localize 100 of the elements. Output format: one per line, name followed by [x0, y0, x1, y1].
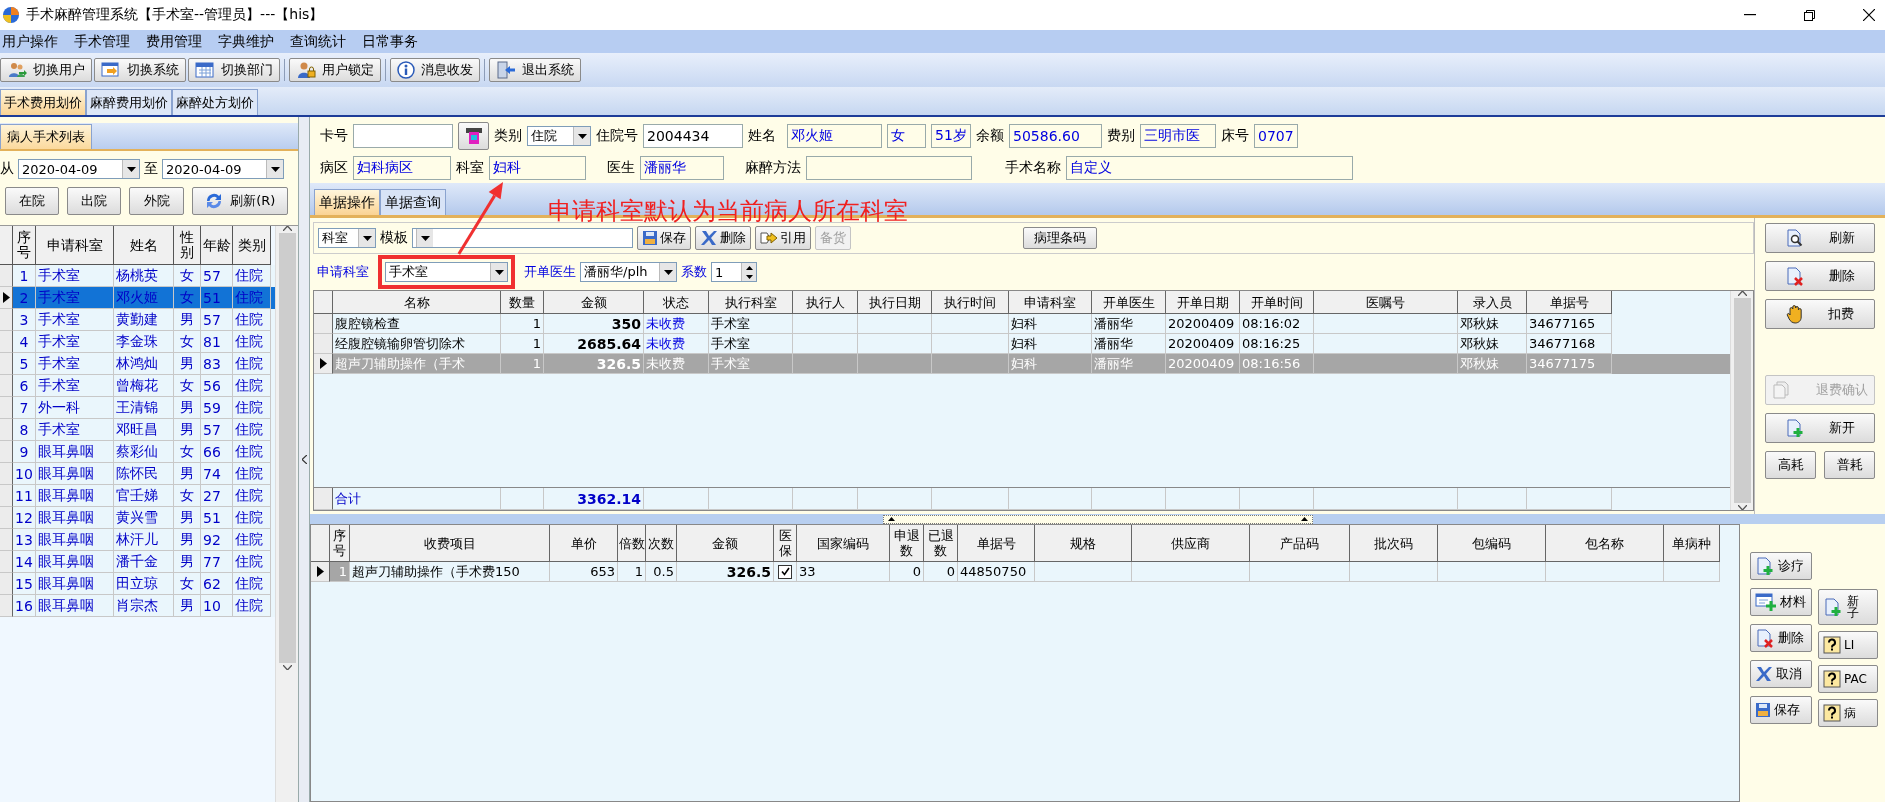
action-button[interactable]: 保存	[1750, 696, 1812, 724]
column-header: 供应商	[1132, 525, 1250, 562]
table-row[interactable]: 4 手术室 李金珠 女 81 住院	[0, 331, 275, 353]
toolbar-button[interactable]: 切换系统	[94, 58, 186, 82]
table-cell: 16	[13, 595, 36, 617]
date-dropdown[interactable]: 2020-04-09	[162, 159, 284, 179]
column-header: 开单日期	[1166, 291, 1240, 314]
pathology-barcode-button[interactable]: 病理条码	[1023, 227, 1097, 249]
table-cell: 0.5	[646, 562, 677, 582]
table-row[interactable]: 16 眼耳鼻咽 肖宗杰 男 10 住院	[0, 595, 275, 617]
filter-button[interactable]: 在院	[5, 187, 60, 215]
toolbar-button[interactable]: 用户锁定	[289, 58, 381, 82]
collapse-handle[interactable]	[882, 514, 1313, 524]
date-dropdown[interactable]: 2020-04-09	[18, 159, 140, 179]
table-row[interactable]: 15 眼耳鼻咽 田立琼 女 62 住院	[0, 573, 275, 595]
toolbar-button[interactable]: 删除	[695, 226, 751, 250]
table-cell: 手术室	[709, 354, 793, 374]
input-field[interactable]	[353, 124, 453, 148]
category-dropdown[interactable]: 住院	[527, 126, 591, 146]
table-row[interactable]: 9 眼耳鼻咽 蔡彩仙 女 66 住院	[0, 441, 275, 463]
toolbar-button[interactable]: 保存	[637, 226, 691, 250]
action-button[interactable]: 新子	[1818, 589, 1878, 625]
menu-item[interactable]: 手术管理	[72, 32, 144, 51]
field-label: 床号	[1221, 127, 1249, 145]
row-header[interactable]	[0, 287, 13, 309]
tab[interactable]: 手术费用划价	[0, 89, 86, 115]
row-header[interactable]	[311, 562, 330, 582]
table-row[interactable]: 6 手术室 曾梅花 女 56 住院	[0, 375, 275, 397]
action-button[interactable]: 删除	[1765, 261, 1875, 291]
tab[interactable]: 单据操作	[314, 189, 380, 215]
question-icon	[1823, 636, 1841, 654]
empty-cell	[1458, 488, 1527, 510]
action-button[interactable]: 取消	[1750, 660, 1812, 688]
filter-button[interactable]: 出院	[67, 187, 122, 215]
table-row[interactable]: 12 眼耳鼻咽 黄兴雪 男 51 住院	[0, 507, 275, 529]
action-button[interactable]: 新开	[1765, 413, 1875, 443]
info-field: 女	[887, 124, 926, 148]
table-row[interactable]: 13 眼耳鼻咽 林汗儿 男 92 住院	[0, 529, 275, 551]
action-button[interactable]: LI	[1818, 631, 1878, 659]
action-button[interactable]: 材料	[1750, 588, 1812, 616]
tab[interactable]: 单据查询	[380, 189, 446, 215]
menu-item[interactable]: 用户操作	[0, 32, 72, 51]
column-header: 性别	[174, 226, 201, 265]
doctor-dropdown[interactable]: 潘丽华/plh	[580, 262, 677, 282]
table-cell: 33	[797, 562, 890, 582]
action-button[interactable]: 删除	[1750, 624, 1812, 652]
menu-item[interactable]: 费用管理	[144, 32, 216, 51]
table-row[interactable]: 10 眼耳鼻咽 陈怀民 男 74 住院	[0, 463, 275, 485]
field-label: 余额	[976, 127, 1004, 145]
table-row[interactable]: 5 手术室 林鸿灿 男 83 住院	[0, 353, 275, 375]
row-header[interactable]	[314, 354, 333, 374]
dept-dropdown[interactable]: 科室	[318, 228, 376, 248]
action-button[interactable]: 诊疗	[1750, 552, 1812, 580]
toolbar-button[interactable]: 消息收发	[390, 58, 480, 82]
tab[interactable]: 麻醉费用划价	[86, 89, 172, 115]
dept-dropdown[interactable]: 手术室	[385, 262, 508, 282]
table-row[interactable]: 1 超声刀辅助操作（手术费150 653 1 0.5 326.5 33 0 0 44850750	[311, 562, 1739, 582]
menu-item[interactable]: 字典维护	[216, 32, 288, 51]
toolbar-button[interactable]: 切换用户	[0, 58, 92, 82]
table-row[interactable]: 7 外一科 王清锦 男 59 住院	[0, 397, 275, 419]
action-button[interactable]: 刷新	[1765, 223, 1875, 253]
table-cell: 0	[924, 562, 958, 582]
filter-button[interactable]: 外院	[129, 187, 184, 215]
template-dropdown[interactable]	[412, 228, 633, 248]
toolbar-button[interactable]: 切换部门	[188, 58, 280, 82]
table-row[interactable]: 11 眼耳鼻咽 官壬娣 女 27 住院	[0, 485, 275, 507]
menu-item[interactable]: 日常事务	[360, 32, 432, 51]
card-reader-button[interactable]	[458, 122, 489, 150]
panel-tab[interactable]: 病人手术列表	[0, 124, 92, 149]
toolbar-button[interactable]: 引用	[755, 226, 811, 250]
table-row[interactable]: 3 手术室 黄勤建 男 57 住院	[0, 309, 275, 331]
tab[interactable]: 麻醉处方划价	[172, 89, 258, 115]
column-header: 产品码	[1250, 525, 1350, 562]
field-label: 住院号	[596, 127, 638, 145]
table-row[interactable]: 8 手术室 邓旺昌 男 57 住院	[0, 419, 275, 441]
input-field[interactable]: 2004434	[643, 124, 743, 148]
empty-cell	[1664, 562, 1720, 582]
checkbox[interactable]	[778, 564, 792, 579]
action-button[interactable]: 病	[1818, 699, 1878, 727]
consumable-button[interactable]: 普耗	[1824, 451, 1875, 479]
empty-cell	[644, 488, 709, 510]
table-row[interactable]: 1 手术室 杨桃英 女 57 住院	[0, 265, 275, 287]
toolbar-button[interactable]: 退出系统	[489, 58, 581, 82]
column-header: 已退数	[924, 525, 958, 562]
column-header: 年龄	[201, 226, 233, 265]
action-button[interactable]: PAC	[1818, 665, 1878, 693]
table-row[interactable]: 腹腔镜检查 1 350 未收费 手术室 妇科 潘丽华 20200409 08:16:02 邓秋妹 34677165	[314, 314, 1730, 334]
table-row[interactable]: 14 眼耳鼻咽 潘千金 男 77 住院	[0, 551, 275, 573]
table-cell: 08:16:02	[1240, 314, 1314, 334]
field-label: 病区	[320, 159, 348, 177]
action-button[interactable]: 扣费	[1765, 299, 1875, 329]
factor-spinner[interactable]: 1	[711, 262, 757, 282]
table-cell: 眼耳鼻咽	[36, 595, 114, 617]
empty-cell	[501, 488, 544, 510]
row-pointer-icon	[316, 566, 324, 577]
consumable-button[interactable]: 高耗	[1765, 451, 1816, 479]
vertical-scrollbar[interactable]	[1730, 291, 1753, 510]
menu-item[interactable]: 查询统计	[288, 32, 360, 51]
vertical-scrollbar[interactable]	[275, 226, 298, 802]
refresh-button[interactable]: 刷新(R)	[191, 187, 288, 215]
